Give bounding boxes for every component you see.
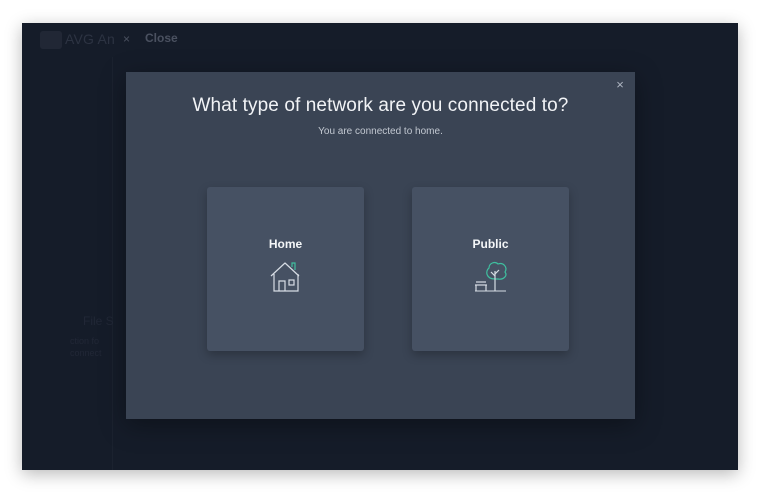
dialog-title: What type of network are you connected t… [192, 95, 569, 116]
dialog-subtitle: You are connected to home. [318, 126, 443, 137]
network-type-dialog: × What type of network are you connected… [126, 72, 635, 419]
house-icon [270, 262, 300, 292]
public-option-label: Public [472, 237, 509, 251]
park-tree-bench-icon [475, 262, 507, 292]
close-icon: × [616, 77, 624, 92]
dialog-close-button[interactable]: × [613, 78, 627, 92]
home-network-option[interactable]: Home [207, 187, 364, 351]
home-option-label: Home [268, 237, 303, 251]
public-network-option[interactable]: Public [412, 187, 569, 351]
app-window: AVG An × Close File S ction fo connect ×… [22, 23, 738, 470]
